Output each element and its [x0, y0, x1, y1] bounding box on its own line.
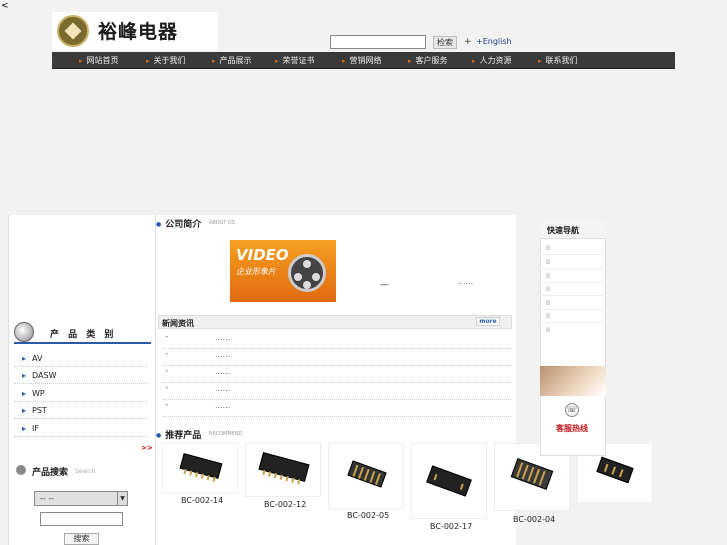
about-dash: —: [380, 280, 389, 290]
divider: [14, 366, 148, 367]
news-row[interactable]: • ......: [163, 384, 511, 400]
product-label-3[interactable]: BC-002-05: [347, 511, 389, 520]
news-item-text: ......: [215, 333, 231, 342]
news-item-text: ......: [215, 401, 231, 410]
quick-nav-panel: [540, 221, 606, 456]
products-title: 推荐产品: [156, 428, 201, 441]
product-label-4[interactable]: BC-002-17: [430, 522, 472, 531]
english-link[interactable]: +English: [476, 37, 512, 46]
category-title: 产 品 类 别: [50, 330, 117, 340]
divider: [543, 322, 603, 323]
news-more-link[interactable]: more: [476, 317, 500, 326]
product-search-input[interactable]: [40, 512, 123, 526]
divider: [543, 295, 603, 296]
divider: [543, 268, 603, 269]
plus-separator: +: [464, 37, 472, 47]
product-label-1[interactable]: BC-002-14: [181, 496, 223, 505]
product-category-select[interactable]: -- -- ▼: [34, 491, 128, 506]
divider: [543, 282, 603, 283]
divider: [543, 309, 603, 310]
quick-nav-item[interactable]: B: [546, 300, 550, 307]
product-image-3[interactable]: [328, 443, 404, 509]
quick-nav-item[interactable]: B: [546, 259, 550, 266]
divider: [14, 418, 148, 419]
quick-nav-item[interactable]: B: [546, 273, 550, 280]
bullet-icon: •: [165, 385, 169, 392]
category-more-link[interactable]: >>: [141, 444, 153, 452]
site-logo[interactable]: 裕峰电器: [52, 12, 218, 50]
video-subtitle: 企业形象片: [236, 267, 276, 276]
nav-honors[interactable]: 荣誉证书: [275, 55, 315, 66]
about-title: 公司简介: [156, 217, 201, 230]
phone-icon: ☏: [565, 403, 579, 417]
product-search-subtitle: Search: [75, 468, 96, 475]
logo-text: 裕峰电器: [98, 21, 179, 43]
news-row[interactable]: • ......: [163, 401, 511, 417]
product-label-2[interactable]: BC-002-12: [264, 500, 306, 509]
logo-emblem-icon: [57, 15, 89, 47]
cd-icon: [14, 322, 34, 342]
stray-character: <: [1, 1, 9, 11]
category-item-if[interactable]: IF: [22, 424, 39, 433]
quick-nav-item[interactable]: B: [546, 313, 550, 320]
hotline-photo: [540, 366, 606, 396]
bullet-icon: •: [165, 368, 169, 375]
news-row[interactable]: • ......: [163, 367, 511, 383]
category-item-dasw[interactable]: DASW: [22, 371, 56, 380]
bullet-icon: •: [165, 351, 169, 358]
nav-home[interactable]: 网站首页: [79, 55, 119, 66]
nav-about[interactable]: 关于我们: [146, 55, 186, 66]
select-value: -- --: [40, 494, 55, 503]
divider: [543, 254, 603, 255]
news-header-bar: [158, 315, 512, 329]
product-label-5[interactable]: BC-002-04: [513, 515, 555, 524]
nav-hr[interactable]: 人力资源: [472, 55, 512, 66]
video-title: VIDEO: [236, 246, 289, 264]
header-search-button[interactable]: 检索: [433, 36, 457, 49]
category-item-av[interactable]: AV: [22, 354, 42, 363]
news-more-label: more: [479, 318, 497, 325]
category-header: 产 品 类 别: [14, 322, 151, 344]
product-search-button[interactable]: 搜索: [64, 533, 99, 545]
news-row[interactable]: • ......: [163, 333, 511, 349]
quick-nav-item[interactable]: B: [546, 245, 550, 252]
about-ellipsis: ......: [458, 277, 474, 286]
bullet-icon: •: [165, 402, 169, 409]
category-item-wp[interactable]: WP: [22, 389, 45, 398]
products-subtitle: RECOMMEND: [209, 431, 243, 437]
about-subtitle: ABOUT US: [209, 220, 235, 226]
news-row[interactable]: • ......: [163, 350, 511, 366]
product-image-2[interactable]: [245, 443, 321, 497]
nav-service[interactable]: 客户服务: [408, 55, 448, 66]
divider: [14, 383, 148, 384]
nav-products[interactable]: 产品展示: [212, 55, 252, 66]
bullet-icon: •: [165, 334, 169, 341]
divider: [14, 436, 148, 437]
chevron-down-icon: ▼: [117, 492, 127, 505]
quick-nav-item[interactable]: B: [546, 286, 550, 293]
hotline-label[interactable]: 客服热线: [556, 423, 588, 434]
news-title: 新闻资讯: [162, 319, 194, 328]
product-search-title: 产品搜索: [32, 468, 69, 478]
product-image-4[interactable]: [411, 443, 487, 519]
news-item-text: ......: [215, 367, 231, 376]
product-image-1[interactable]: [162, 443, 238, 493]
nav-marketing[interactable]: 营销网络: [342, 55, 382, 66]
video-banner[interactable]: VIDEO 企业形象片: [230, 240, 336, 302]
film-reel-icon: [288, 254, 326, 292]
search-circle-icon: [16, 465, 26, 475]
nav-contact[interactable]: 联系我们: [538, 55, 578, 66]
divider: [14, 401, 148, 402]
category-item-pst[interactable]: PST: [22, 406, 47, 415]
news-item-text: ......: [215, 384, 231, 393]
quick-nav-item[interactable]: B: [546, 327, 550, 334]
news-item-text: ......: [215, 350, 231, 359]
header-search-input[interactable]: [330, 35, 426, 49]
quick-nav-title: 快速导航: [547, 226, 579, 235]
main-nav: 网站首页 关于我们 产品展示 荣誉证书 营销网络 客户服务 人力资源 联系我们: [52, 52, 675, 69]
